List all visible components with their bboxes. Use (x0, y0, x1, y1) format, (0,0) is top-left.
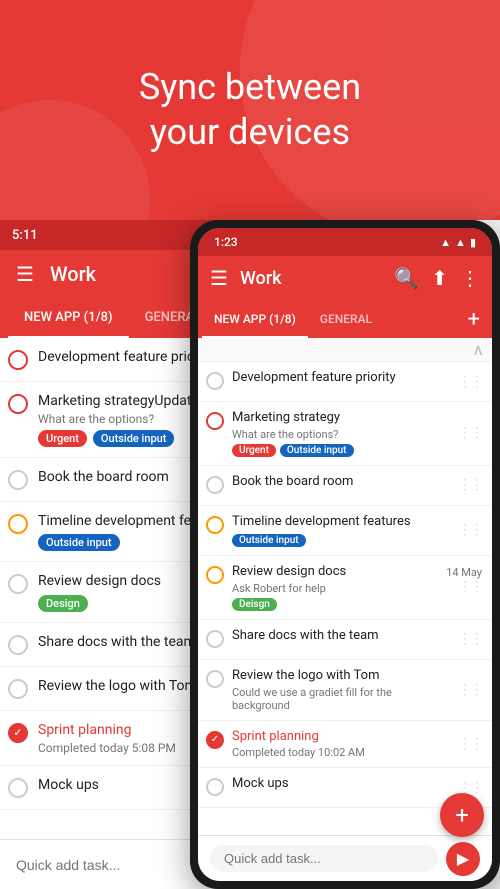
phone-toolbar: ☰ Work 🔍 ⬆ ⋮ (198, 256, 492, 300)
phone-task-circle-completed: ✓ (206, 731, 224, 749)
phone-task-content: Book the board room (232, 474, 452, 491)
tablet-time: 5:11 (12, 228, 38, 243)
phone-menu-icon[interactable]: ☰ (210, 266, 228, 290)
phone-task-title: Timeline development features (232, 514, 452, 531)
phone-task-content: Review the logo with Tom Could we use a … (232, 668, 452, 712)
phone-task-title: Development feature priority (232, 370, 452, 387)
phone-more-icon[interactable]: ⋮ (460, 266, 480, 290)
phone-share-icon[interactable]: ⬆ (431, 266, 448, 290)
phone-quick-add-bar: ▶ (198, 835, 492, 881)
phone-task-content: Review design docs Ask Robert for help D… (232, 564, 452, 611)
list-item[interactable]: Share docs with the team (198, 620, 492, 660)
list-item[interactable]: Development feature priority (198, 362, 492, 402)
phone-search-icon[interactable]: 🔍 (394, 266, 419, 290)
phone-task-content: Development feature priority (232, 370, 452, 387)
phone-task-content: Mock ups (232, 776, 452, 793)
phone-task-content: Timeline development features Outside in… (232, 514, 452, 547)
phone-task-title: Sprint planning (232, 729, 452, 746)
phone-task-subtitle: Completed today 10:02 AM (232, 746, 452, 759)
phone-task-title: Marketing strategy (232, 410, 452, 427)
task-circle (8, 778, 28, 798)
phone-task-tags: Outside input (232, 534, 452, 547)
tag-design: Design (38, 595, 88, 612)
task-circle (8, 635, 28, 655)
task-circle (8, 350, 28, 370)
hero-title: Sync between your devices (139, 65, 361, 155)
tab-new-app[interactable]: NEW APP (1/8) (8, 298, 129, 336)
tag-outside-input: Outside input (38, 534, 120, 551)
phone-drag-handle[interactable] (452, 579, 482, 595)
phone-task-title: Mock ups (232, 776, 452, 793)
tag-urgent: Urgent (38, 430, 87, 447)
phone-task-circle (206, 670, 224, 688)
phone-drag-handle[interactable] (452, 736, 482, 752)
phone-toolbar-title: Work (240, 268, 382, 289)
phone-task-title: Review design docs (232, 564, 452, 581)
phone-inner: 1:23 ▲ ▲ ▮ ☰ Work 🔍 ⬆ ⋮ NEW APP (1/8) (198, 228, 492, 881)
phone-tab-add[interactable]: + (460, 307, 488, 332)
phone-task-tags: Urgent Outside input (232, 444, 452, 457)
phone-task-subtitle: Could we use a gradiet fill for the back… (232, 686, 452, 712)
phone-tag-urgent: Urgent (232, 444, 276, 457)
phone-drag-handle[interactable] (452, 425, 482, 441)
task-circle (8, 394, 28, 414)
phone-task-circle (206, 476, 224, 494)
collapse-icon[interactable]: ∧ (472, 340, 484, 359)
list-item[interactable]: Marketing strategy What are the options?… (198, 402, 492, 466)
phone-send-button[interactable]: ▶ (446, 842, 480, 876)
phone-drag-handle[interactable] (452, 522, 482, 538)
phone-battery-icon: ▮ (470, 236, 476, 249)
phone-task-content: Sprint planning Completed today 10:02 AM (232, 729, 452, 760)
phone-status-bar: 1:23 ▲ ▲ ▮ (198, 228, 492, 256)
phone-mockup: 1:23 ▲ ▲ ▮ ☰ Work 🔍 ⬆ ⋮ NEW APP (1/8) (190, 220, 500, 889)
phone-task-subtitle: Ask Robert for help (232, 582, 452, 595)
phone-drag-handle[interactable] (452, 682, 482, 698)
list-item[interactable]: Timeline development features Outside in… (198, 506, 492, 556)
phone-tab-general[interactable]: GENERAL (308, 300, 384, 338)
phone-tag-outside-input: Outside input (232, 534, 306, 547)
hero-section: Sync between your devices (0, 0, 500, 220)
phone-drag-handle[interactable] (452, 631, 482, 647)
phone-task-circle (206, 516, 224, 534)
phone-task-circle (206, 372, 224, 390)
list-item[interactable]: Book the board room (198, 466, 492, 506)
list-item[interactable]: Review design docs Ask Robert for help D… (198, 556, 492, 620)
phone-task-tags: Deisgn (232, 598, 452, 611)
phone-quick-add-input[interactable] (210, 845, 438, 872)
phone-task-content: Share docs with the team (232, 628, 452, 645)
phone-task-circle (206, 566, 224, 584)
phone-task-title: Share docs with the team (232, 628, 452, 645)
phone-task-title: Book the board room (232, 474, 452, 491)
phone-task-title: Review the logo with Tom (232, 668, 452, 685)
tag-outside-input: Outside input (93, 430, 175, 447)
phone-tag-design: Deisgn (232, 598, 277, 611)
task-circle (8, 574, 28, 594)
collapse-row: ∧ (198, 338, 492, 362)
mockup-area: 5:11 ▲ ▲ ▮ ☰ Work 🔍 ⬆ ⋮ NEW APP (1/8) GE… (0, 220, 500, 889)
phone-wifi-icon: ▲ (440, 236, 451, 249)
task-circle-completed: ✓ (8, 723, 28, 743)
phone-task-circle (206, 412, 224, 430)
task-circle (8, 470, 28, 490)
phone-task-list: Development feature priority Marketing s… (198, 362, 492, 835)
phone-signal-icon: ▲ (455, 236, 466, 249)
phone-time: 1:23 (214, 235, 238, 249)
phone-tab-new-app[interactable]: NEW APP (1/8) (202, 300, 308, 338)
phone-status-icons: ▲ ▲ ▮ (440, 236, 476, 249)
menu-icon[interactable]: ☰ (16, 262, 34, 286)
phone-task-content: Marketing strategy What are the options?… (232, 410, 452, 457)
phone-fab-button[interactable]: + (440, 793, 484, 837)
list-item[interactable]: ✓ Sprint planning Completed today 10:02 … (198, 721, 492, 769)
phone-drag-handle[interactable] (452, 374, 482, 390)
phone-tag-outside-input: Outside input (280, 444, 354, 457)
phone-task-circle (206, 778, 224, 796)
phone-task-subtitle: What are the options? (232, 428, 452, 441)
list-item[interactable]: Review the logo with Tom Could we use a … (198, 660, 492, 721)
phone-task-circle (206, 630, 224, 648)
phone-tabs: NEW APP (1/8) GENERAL + (198, 300, 492, 338)
phone-task-date: 14 May (446, 566, 482, 579)
task-circle (8, 514, 28, 534)
task-circle (8, 679, 28, 699)
phone-drag-handle[interactable] (452, 477, 482, 493)
